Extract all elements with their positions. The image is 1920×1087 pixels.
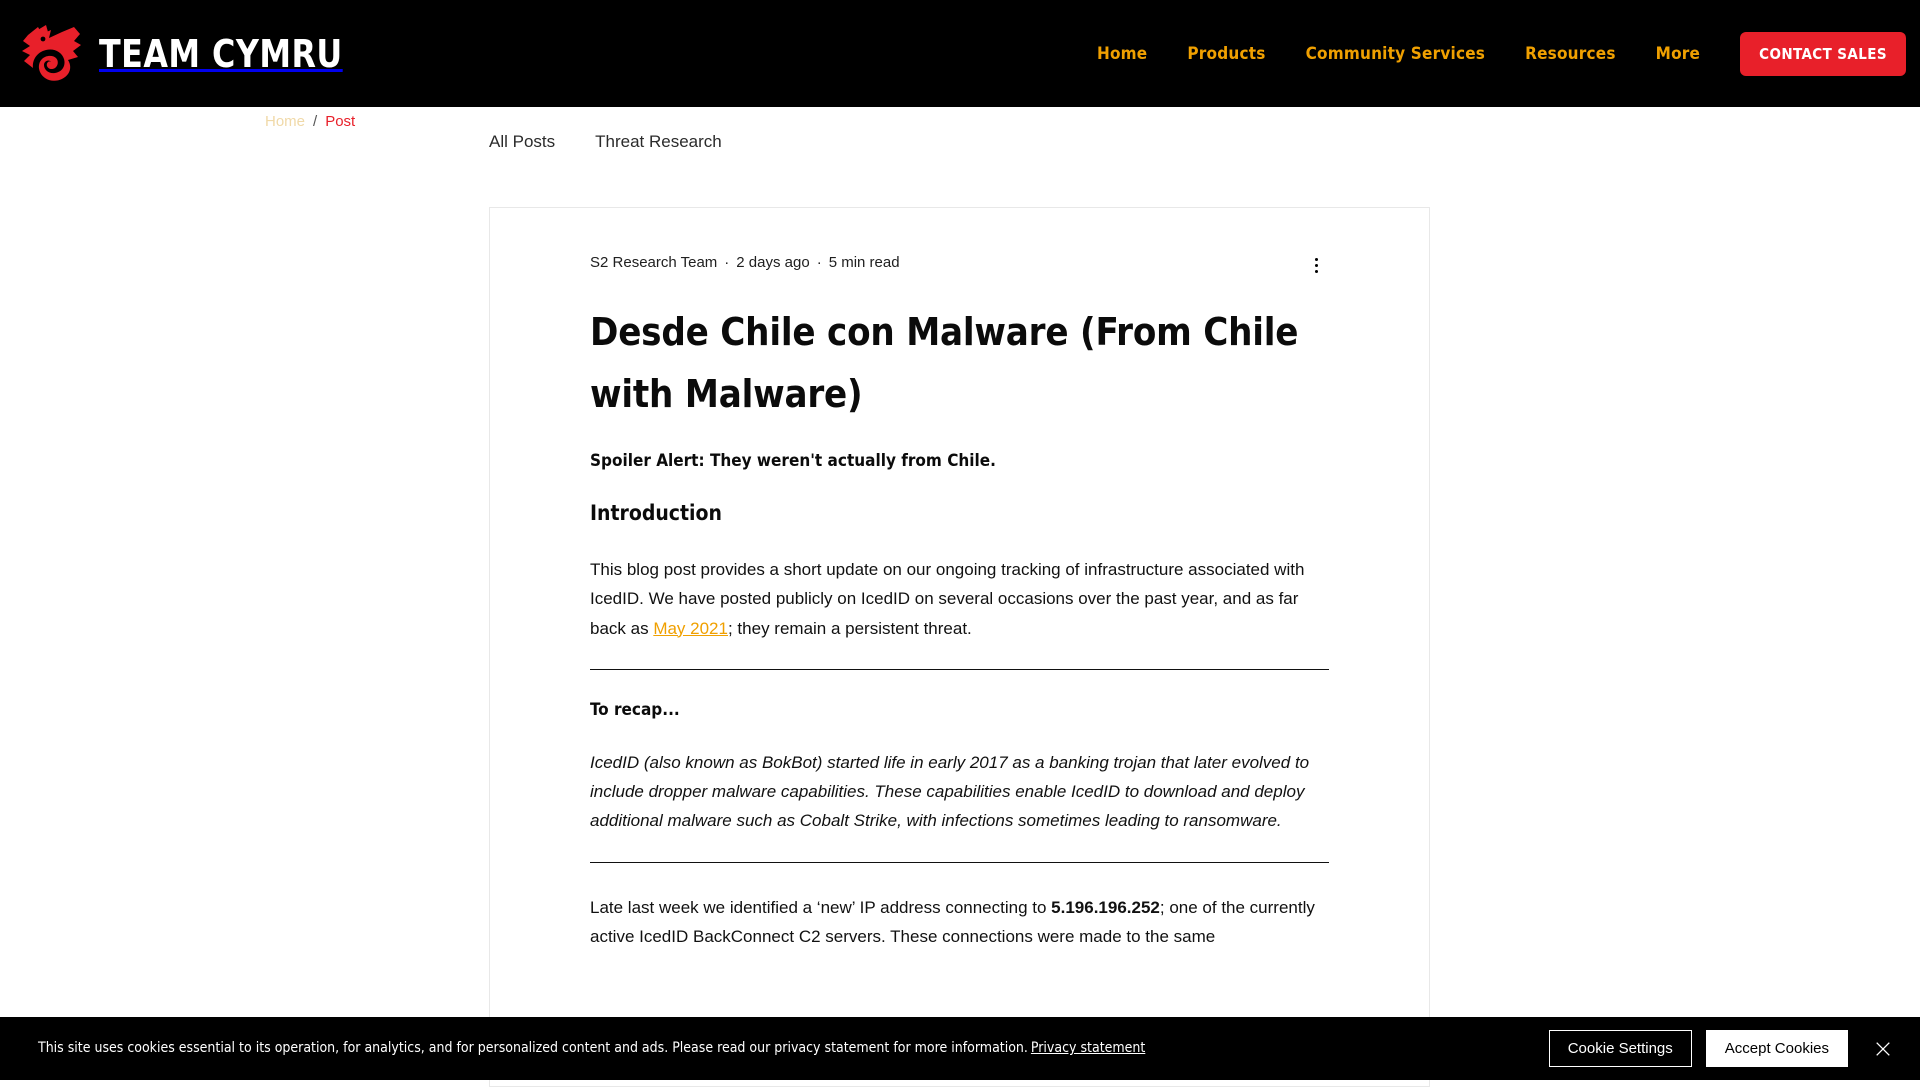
post-paragraph-closing: Late last week we identified a ‘new’ IP … [590, 893, 1329, 951]
site-header: TEAM CYMRU Home Products Community Servi… [0, 0, 1920, 107]
cookie-banner-actions: Cookie Settings Accept Cookies [1549, 1030, 1896, 1067]
link-may-2021[interactable]: May 2021 [653, 619, 728, 638]
post-spoiler-alert: Spoiler Alert: They weren't actually fro… [590, 451, 1329, 471]
cookie-message: This site uses cookies essential to its … [38, 1040, 1028, 1056]
privacy-statement-link[interactable]: Privacy statement [1031, 1040, 1145, 1056]
dragon-logo-icon [18, 21, 92, 87]
cookie-settings-button[interactable]: Cookie Settings [1549, 1030, 1692, 1067]
section-divider-2 [590, 862, 1329, 863]
main-navigation: Home Products Community Services Resourc… [1077, 0, 1920, 107]
post-title: Desde Chile con Malware (From Chile with… [590, 302, 1329, 425]
intro-text-part-2: ; they remain a persistent threat. [728, 619, 972, 638]
close-icon[interactable] [1870, 1036, 1896, 1062]
closing-text-part-1: Late last week we identified a ‘new’ IP … [590, 898, 1051, 917]
closing-ip-address: 5.196.196.252 [1051, 898, 1160, 917]
post-author[interactable]: S2 Research Team [590, 254, 717, 271]
post-more-options-icon[interactable] [1303, 252, 1329, 278]
meta-separator-2: · [817, 254, 822, 271]
breadcrumb-home[interactable]: Home [265, 113, 305, 130]
breadcrumb: Home / Post [265, 113, 355, 130]
post-heading-introduction: Introduction [590, 501, 1329, 525]
post-paragraph-introduction: This blog post provides a short update o… [590, 555, 1329, 643]
accept-cookies-button[interactable]: Accept Cookies [1706, 1030, 1848, 1067]
blog-category-tabs: All Posts Threat Research [489, 132, 722, 152]
cookie-consent-banner: This site uses cookies essential to its … [0, 1017, 1920, 1080]
post-metadata: S2 Research Team · 2 days ago · 5 min re… [590, 254, 900, 271]
breadcrumb-current: Post [325, 113, 355, 130]
nav-item-home[interactable]: Home [1077, 44, 1167, 64]
tab-threat-research[interactable]: Threat Research [595, 132, 722, 152]
section-divider-1 [590, 669, 1329, 670]
breadcrumb-separator: / [313, 113, 317, 130]
post-heading-to-recap: To recap... [590, 700, 1329, 720]
post-meta-row: S2 Research Team · 2 days ago · 5 min re… [590, 254, 1329, 278]
contact-sales-button[interactable]: CONTACT SALES [1740, 32, 1906, 76]
blog-post-card: S2 Research Team · 2 days ago · 5 min re… [489, 207, 1430, 1087]
logo-wordmark: TEAM CYMRU [99, 35, 343, 73]
nav-item-community-services[interactable]: Community Services [1286, 44, 1506, 64]
post-read-time: 5 min read [829, 254, 900, 271]
meta-separator-1: · [724, 254, 729, 271]
tab-all-posts[interactable]: All Posts [489, 132, 555, 152]
nav-item-resources[interactable]: Resources [1505, 44, 1636, 64]
post-paragraph-recap: IcedID (also known as BokBot) started li… [590, 748, 1329, 836]
nav-item-more[interactable]: More [1636, 44, 1720, 64]
nav-item-products[interactable]: Products [1167, 44, 1285, 64]
post-date: 2 days ago [736, 254, 809, 271]
cookie-banner-text: This site uses cookies essential to its … [38, 1039, 1145, 1057]
site-logo[interactable]: TEAM CYMRU [18, 0, 361, 107]
